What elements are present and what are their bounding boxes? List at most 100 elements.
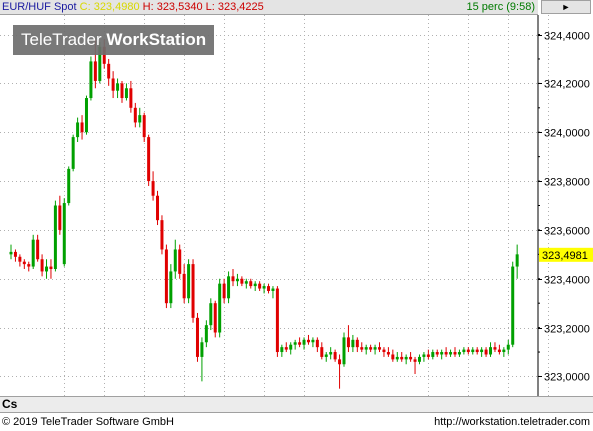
scroll-right-button[interactable]: ► [541,0,591,14]
candle-body [45,266,49,272]
candle-body [227,276,231,299]
candle-body [480,349,484,353]
candle-body [417,356,421,362]
y-tick-label: 323,4000 [544,275,590,287]
website-link[interactable]: http://workstation.teletrader.com [434,414,590,431]
candle-body [209,303,213,326]
candle-body [404,356,408,360]
candle-body [435,352,439,355]
candle-body [378,347,382,350]
copyright-text: © 2019 TeleTrader Software GmbH [2,416,174,428]
candle-body [191,264,195,318]
candle-body [120,83,124,99]
candle-body [67,168,71,204]
candle-body [9,251,13,255]
footer: © 2019 TeleTrader Software GmbH http://w… [0,414,593,431]
grid-lines [0,15,549,396]
candle-body [164,249,168,304]
candle-body [324,354,328,357]
candle-body [462,349,466,353]
candle-body [422,354,426,357]
candle-body [93,61,97,81]
candle-body [293,342,297,345]
candle-body [306,339,310,343]
candle-body [107,63,111,79]
time-axis-bar: Cs [0,396,593,413]
candle-body [124,88,128,99]
candle-body [289,344,293,350]
candle-body [444,352,448,355]
candle-body [284,347,288,350]
candle-body [160,220,164,250]
low-value: L: 323,4225 [205,1,264,13]
arrow-right-icon: ► [561,2,571,12]
symbol-name: EUR/HUF Spot [2,1,77,13]
candle-body [413,359,417,362]
candle-body [409,356,413,360]
candle-body [315,339,319,348]
candle-body [391,354,395,360]
logo-product: WorkStation [106,30,207,49]
candle-body [133,107,137,123]
candle-body [382,349,386,353]
candle-body [298,342,302,345]
candle-body [453,352,457,355]
candle-body [302,339,306,345]
candle-body [395,356,399,360]
y-tick-label: 324,4000 [544,31,590,43]
candle-body [280,347,284,353]
candle-body [40,259,44,272]
candle-body [169,271,173,304]
candle-body [471,349,475,353]
teletrader-logo: TeleTrader WorkStation [13,25,215,55]
candle-body [369,347,373,350]
candle-body [506,344,510,350]
candle-body [138,115,142,123]
y-tick-label: 323,8000 [544,177,590,189]
candle-body [80,122,84,133]
candle-body [142,115,146,138]
candle-body [36,239,40,260]
candle-body [338,359,342,365]
candle-body [484,349,488,355]
candle-body [262,286,266,289]
y-axis: 324,4000 324,2000 324,0000 323,8000 323,6000… [538,31,590,384]
candle-body [515,254,519,267]
candle-body [373,347,377,350]
candle-body [271,288,275,291]
candle-body [475,349,479,353]
candle-body [400,356,404,360]
close-value: C: 323,4980 [79,1,140,13]
y-tick-label: 324,2000 [544,79,590,91]
candle-body [76,122,80,138]
chart-header: EUR/HUF Spot C: 323,4980 H: 323,5340 L: … [0,0,538,15]
candle-body [27,264,31,267]
candle-body [466,349,470,353]
last-price-label: 323,4981 [542,250,588,262]
candle-body [18,256,22,262]
candle-body [502,349,506,353]
candle-body [449,352,453,355]
candle-body [440,352,444,355]
candle-body [249,281,253,287]
candle-body [431,352,435,357]
candle-body [360,347,364,350]
candle-body [116,83,120,91]
candle-body [147,137,151,182]
candle-body [187,264,191,299]
candle-body [311,339,315,343]
candle-body [235,278,239,282]
interval-label[interactable]: 15 perc (9:58) [467,0,535,14]
candle-body [333,352,337,360]
candle-body [71,137,75,169]
candle-body [386,352,390,355]
candlestick-chart: 324,4000 324,2000 324,0000 323,8000 323,6000… [0,15,593,413]
candle-body [31,239,35,267]
candle-body [58,205,62,230]
y-tick-label: 324,0000 [544,128,590,140]
y-tick-label: 323,0000 [544,372,590,384]
candle-body [84,98,88,133]
candle-body [182,273,186,299]
candle-body [342,337,346,365]
candle-body [426,354,430,357]
